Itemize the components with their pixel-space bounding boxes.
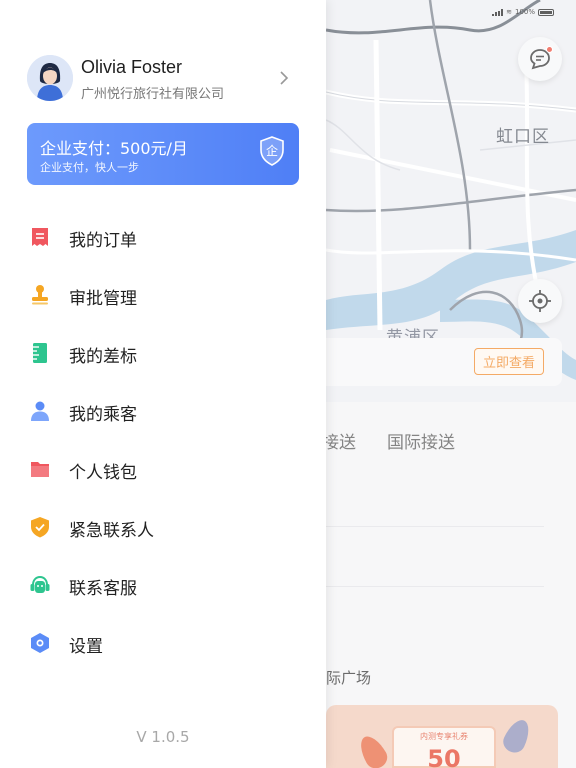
view-now-button[interactable]: 立即查看 <box>474 348 544 375</box>
menu-item-wallet[interactable]: 个人钱包 <box>0 440 326 498</box>
menu-label: 我的订单 <box>69 231 137 251</box>
leaf-decoration <box>354 731 392 768</box>
menu-label: 紧急联系人 <box>69 521 154 541</box>
avatar <box>27 55 73 101</box>
settings-hexagon-icon <box>31 633 49 653</box>
crosshair-icon <box>529 290 551 312</box>
district-label-hongkou: 虹口区 <box>496 127 550 147</box>
panel-divider <box>326 586 544 587</box>
menu-label: 联系客服 <box>69 579 137 599</box>
menu-label: 我的乘客 <box>69 405 137 425</box>
menu-label: 我的差标 <box>69 347 137 367</box>
side-drawer: Olivia Foster 广州悦行旅行社有限公司 企业支付：500元/月 企业… <box>0 0 326 768</box>
coupon-amount: 50 <box>427 745 461 768</box>
message-button[interactable] <box>518 37 562 81</box>
receipt-icon <box>32 228 48 246</box>
menu-item-approval[interactable]: 审批管理 <box>0 266 326 324</box>
customer-service-icon <box>30 575 50 593</box>
menu-label: 审批管理 <box>69 289 137 309</box>
shield-check-icon <box>31 517 49 538</box>
plaza-section-title: 际广场 <box>326 669 372 687</box>
user-name: Olivia Foster <box>81 57 183 77</box>
app-version: V 1.0.5 <box>136 728 190 746</box>
enterprise-shield-icon: 企 <box>259 136 285 166</box>
menu-item-my-passengers[interactable]: 我的乘客 <box>0 382 326 440</box>
enterprise-pay-title: 企业支付：500元/月 <box>40 139 188 158</box>
user-avatar-icon <box>27 55 73 101</box>
company-name: 广州悦行旅行社有限公司 <box>81 87 225 102</box>
wifi-icon: ≋ <box>506 8 512 16</box>
coupon-ticket[interactable]: 内测专享礼券 50 <box>392 726 496 768</box>
menu-item-emergency-contact[interactable]: 紧急联系人 <box>0 498 326 556</box>
menu-label: 设置 <box>69 637 103 657</box>
signal-icon <box>492 8 504 16</box>
notification-dot <box>546 46 553 53</box>
enterprise-pay-subtitle: 企业支付，快人一步 <box>40 161 139 174</box>
passenger-icon <box>31 401 49 421</box>
battery-icon <box>538 8 554 16</box>
locate-button[interactable] <box>518 279 562 323</box>
stamp-icon <box>32 285 48 305</box>
battery-percent: 100% <box>514 8 535 16</box>
ruler-icon <box>33 343 47 363</box>
enterprise-pay-card[interactable]: 企业支付：500元/月 企业支付，快人一步 企 <box>27 123 299 185</box>
profile-header[interactable]: Olivia Foster 广州悦行旅行社有限公司 <box>27 55 297 102</box>
wallet-icon <box>31 462 49 477</box>
chevron-right-icon <box>280 71 289 85</box>
menu-item-my-orders[interactable]: 我的订单 <box>0 208 326 266</box>
menu-item-settings[interactable]: 设置 <box>0 614 326 672</box>
menu-item-customer-service[interactable]: 联系客服 <box>0 556 326 614</box>
menu-label: 个人钱包 <box>69 463 137 483</box>
panel-divider <box>326 526 544 527</box>
leaf-decoration <box>499 715 535 757</box>
tab-transfer[interactable]: 接送 <box>322 428 356 453</box>
tab-international-transfer[interactable]: 国际接送 <box>387 428 455 453</box>
menu-item-travel-standard[interactable]: 我的差标 <box>0 324 326 382</box>
coupon-title: 内测专享礼券 <box>420 732 468 741</box>
enterprise-badge-text: 企 <box>265 144 278 158</box>
status-bar: ≋ 100% <box>492 8 554 16</box>
